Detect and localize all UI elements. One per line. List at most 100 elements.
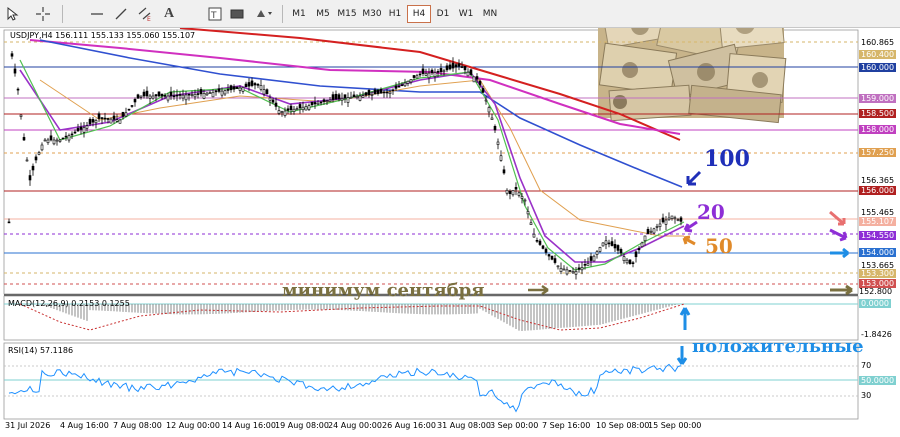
price-label: 153.300 <box>859 269 897 278</box>
candle-body <box>253 83 257 86</box>
label-icon[interactable]: T <box>206 5 224 23</box>
hline-icon[interactable] <box>88 5 106 23</box>
timeframe-m15[interactable]: M15 <box>336 5 358 23</box>
candle-body <box>481 88 485 93</box>
timeframe-m5[interactable]: M5 <box>312 5 334 23</box>
candle-body <box>496 141 500 145</box>
time-label: 3 Sep 00:00 <box>490 421 539 430</box>
equidistant-channel-icon[interactable]: E <box>136 5 154 23</box>
candle-body <box>313 102 317 105</box>
candle-body <box>445 65 449 71</box>
candle-body <box>91 119 95 123</box>
timeframe-mn[interactable]: MN <box>479 5 501 23</box>
candle-body <box>628 259 632 264</box>
candle-body <box>280 111 284 113</box>
svg-text:E: E <box>147 16 151 22</box>
candle-body <box>55 139 59 142</box>
candle-body <box>547 254 551 257</box>
candle-body <box>166 95 170 101</box>
candle-body <box>10 53 14 57</box>
candle-body <box>502 169 506 174</box>
candle-body <box>16 88 20 91</box>
candle-body <box>454 64 458 68</box>
candle-body <box>403 82 407 87</box>
time-label: 15 Sep 00:00 <box>648 421 702 430</box>
chart-canvas[interactable] <box>0 28 900 437</box>
candle-body <box>643 235 647 242</box>
candle-body <box>487 107 491 113</box>
rectangle-icon[interactable] <box>228 5 246 23</box>
timeframe-m30[interactable]: M30 <box>360 5 384 23</box>
candle-body <box>328 99 332 102</box>
candle-body <box>385 91 389 94</box>
candle-body <box>562 268 566 271</box>
candle-body <box>238 87 242 91</box>
candle-body <box>352 94 356 98</box>
timeframe-h4[interactable]: H4 <box>407 5 431 23</box>
candle-body <box>139 95 143 98</box>
chart-window[interactable]: USDJPY,H4 156.111 155.133 155.060 155.10… <box>0 28 900 437</box>
candle-body <box>157 91 161 97</box>
candle-body <box>331 94 335 100</box>
candle-body <box>304 106 308 111</box>
timeframe-m1[interactable]: M1 <box>288 5 310 23</box>
candle-body <box>262 89 266 95</box>
candle-body <box>13 68 17 74</box>
trendline-icon[interactable] <box>112 5 130 23</box>
candle-body <box>232 86 236 90</box>
candle-body <box>589 256 593 261</box>
price-label: 155.107 <box>859 217 897 226</box>
candle-body <box>43 139 47 142</box>
candle-body <box>358 95 362 101</box>
candle-body <box>229 85 233 91</box>
candle-body <box>31 165 35 171</box>
macd-header: MACD(12,26,9) 0.2153 0.1255 <box>8 299 130 308</box>
candle-body <box>196 93 200 95</box>
macd-scale-label: -1.8426 <box>861 330 892 339</box>
candle-body <box>652 228 656 234</box>
candle-body <box>364 92 368 96</box>
timeframe-d1[interactable]: D1 <box>433 5 453 23</box>
candle-body <box>508 190 512 195</box>
crosshair-icon[interactable] <box>34 5 52 23</box>
timeframe-w1[interactable]: W1 <box>455 5 477 23</box>
candle-body <box>463 65 467 71</box>
shapes-dropdown-icon[interactable] <box>254 5 276 23</box>
candle-body <box>376 89 380 94</box>
cursor-icon[interactable] <box>4 5 22 23</box>
candle-body <box>37 152 41 155</box>
rsi-scale-label: 30 <box>861 391 872 400</box>
candle-body <box>490 117 494 120</box>
candle-body <box>397 85 401 88</box>
candle-body <box>457 63 461 67</box>
candle-body <box>97 113 101 119</box>
candle-body <box>607 242 611 245</box>
candle-body <box>433 72 437 77</box>
candle-body <box>514 187 518 190</box>
candle-body <box>79 126 83 130</box>
candle-body <box>673 217 677 220</box>
price-label: 156.365 <box>861 176 895 185</box>
candle-body <box>367 90 371 96</box>
annotation-september-low: минимум сентября <box>282 280 485 301</box>
candle-body <box>283 110 287 116</box>
candle-body <box>307 105 311 110</box>
price-label: 160.865 <box>861 38 895 47</box>
candle-body <box>85 125 89 129</box>
candle-body <box>172 95 176 98</box>
candle-body <box>46 139 50 144</box>
timeframe-h1[interactable]: H1 <box>385 5 405 23</box>
candle-body <box>145 90 149 97</box>
candle-body <box>289 105 293 111</box>
candle-body <box>250 80 254 86</box>
price-label: 154.550 <box>859 231 897 240</box>
candle-body <box>439 68 443 72</box>
candle-body <box>163 95 167 97</box>
annotation-positive: положительные <box>692 336 864 357</box>
candle-body <box>220 90 224 96</box>
candle-body <box>619 249 623 254</box>
text-icon[interactable]: A <box>160 5 178 23</box>
candle-body <box>94 120 98 124</box>
candle-body <box>64 135 68 138</box>
candle-body <box>529 222 533 225</box>
